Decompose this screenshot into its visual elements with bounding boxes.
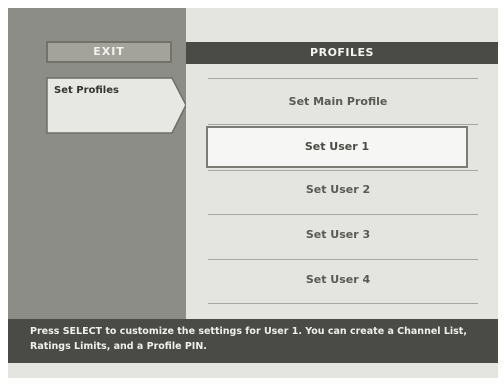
menu-item-label: Set Profiles (54, 85, 119, 96)
profile-option-main[interactable]: Set Main Profile (206, 82, 470, 122)
divider (208, 303, 478, 304)
bottom-strip (8, 363, 498, 378)
help-status-bar: Press SELECT to customize the settings f… (8, 319, 498, 363)
divider (208, 78, 478, 79)
profiles-header: PROFILES (186, 42, 498, 64)
tv-menu-screen: EXIT Set Profiles PROFILES Set Main Prof… (8, 8, 498, 378)
help-message: Press SELECT to customize the settings f… (30, 326, 467, 352)
left-menu-panel: EXIT Set Profiles (8, 8, 188, 319)
divider (208, 124, 478, 125)
profiles-panel: PROFILES Set Main Profile Set User 1 Set… (186, 8, 498, 319)
profile-option-user-3[interactable]: Set User 3 (206, 215, 470, 255)
profile-option-user-1[interactable]: Set User 1 (206, 126, 468, 168)
profile-option-user-4[interactable]: Set User 4 (206, 260, 470, 300)
menu-item-set-profiles[interactable]: Set Profiles (46, 77, 188, 134)
exit-button[interactable]: EXIT (46, 41, 172, 63)
profile-option-user-2[interactable]: Set User 2 (206, 170, 470, 210)
